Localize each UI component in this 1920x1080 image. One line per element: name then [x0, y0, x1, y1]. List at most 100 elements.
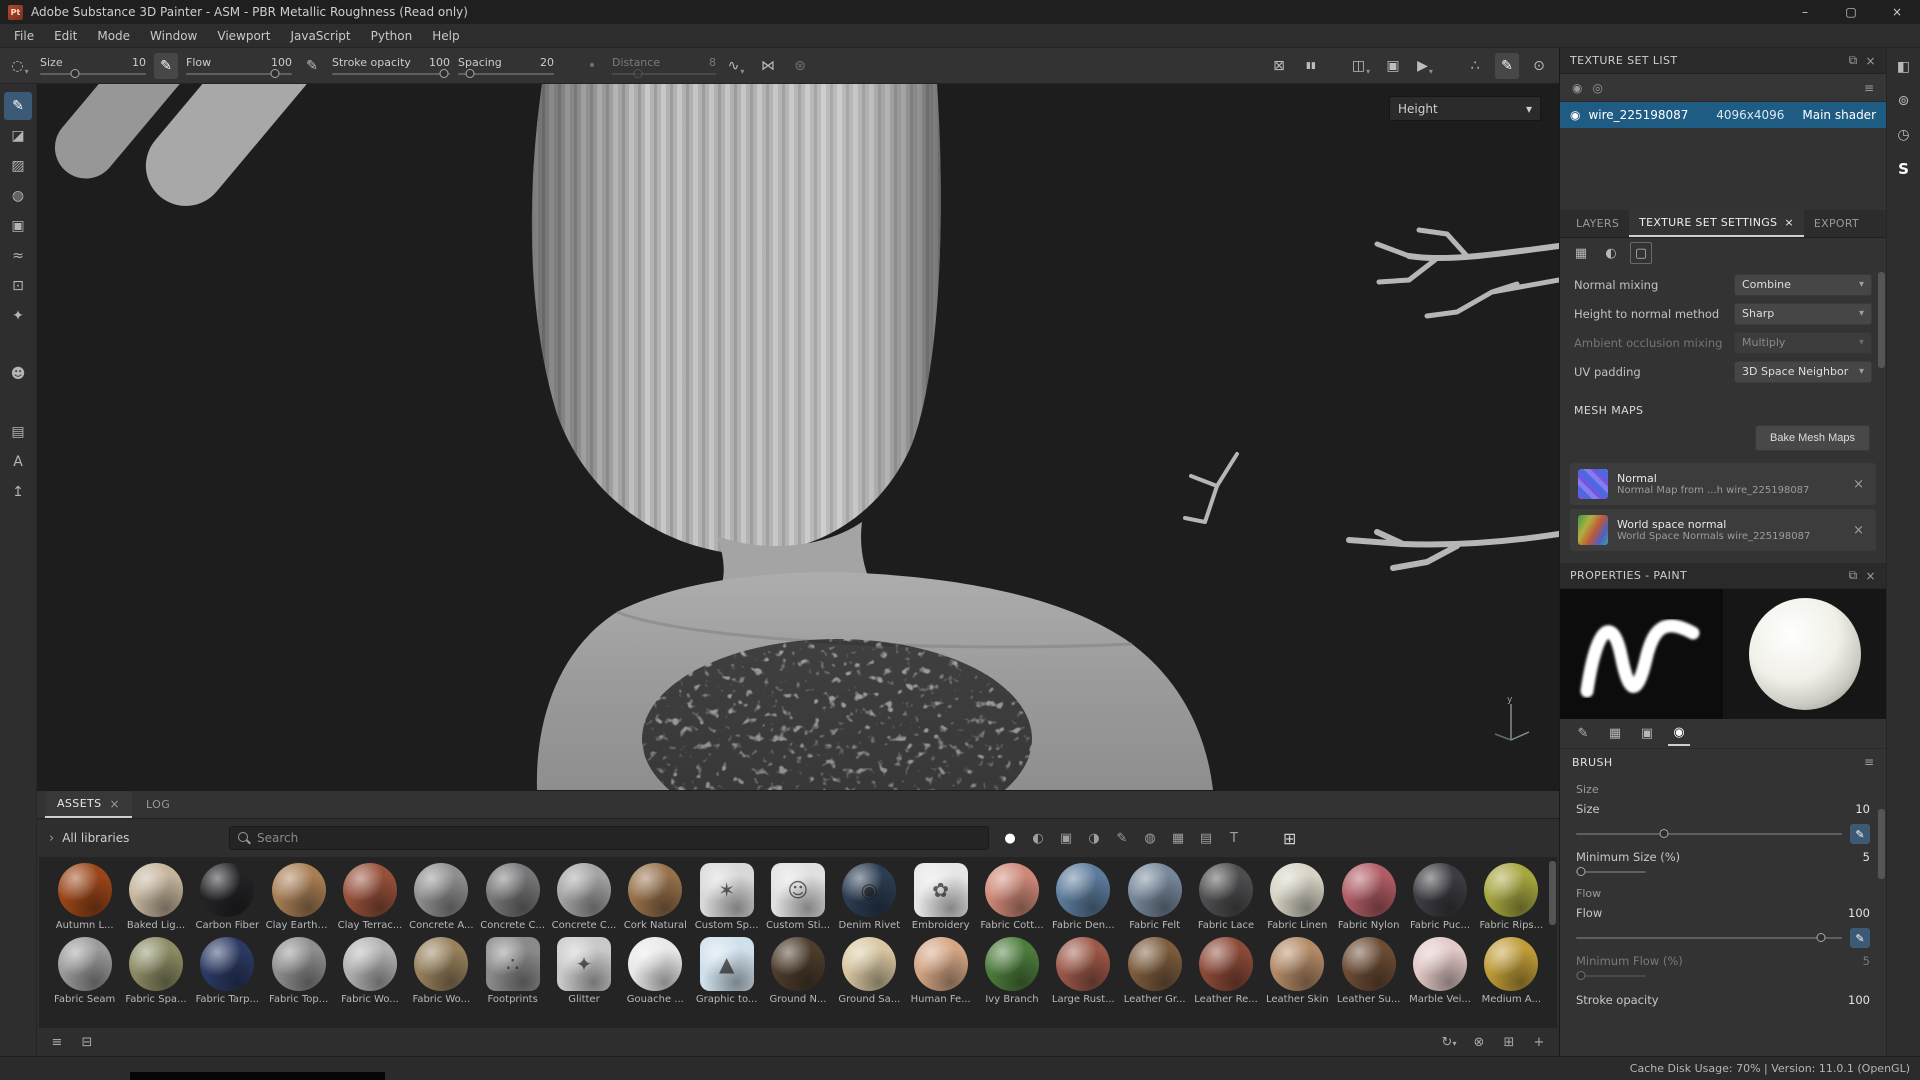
shelf-toggle[interactable]: ▤ — [4, 418, 32, 446]
projection-tool[interactable]: ▨ — [4, 152, 32, 180]
list-view-icon[interactable]: ≡ — [47, 1035, 67, 1050]
history-icon[interactable]: ◷ — [1893, 124, 1915, 146]
stroke-opacity-value[interactable]: 100 — [429, 57, 450, 68]
asset-item[interactable]: Fabric Wo... — [406, 937, 477, 1005]
import-resources-icon[interactable]: + — [1529, 1035, 1549, 1050]
menu-item[interactable]: Edit — [44, 25, 87, 47]
menu-item[interactable]: JavaScript — [280, 25, 360, 47]
smudge-tool[interactable]: ≈ — [4, 242, 32, 270]
filter-environments-icon[interactable]: ▤ — [1195, 827, 1217, 849]
asset-item[interactable]: Large Rust... — [1048, 937, 1119, 1005]
close-button[interactable]: × — [1874, 0, 1920, 24]
asset-item[interactable]: Fabric Top... — [263, 937, 334, 1005]
asset-item[interactable]: Ground Sa... — [834, 937, 905, 1005]
size-value[interactable]: 10 — [132, 57, 146, 68]
asset-item[interactable]: Autumn L... — [49, 863, 120, 931]
viewport-3d[interactable]: Height ▾ y — [37, 84, 1559, 790]
material-properties-icon[interactable]: ◉ — [1668, 722, 1690, 746]
filter-filters-icon[interactable]: ◑ — [1083, 827, 1105, 849]
asset-item[interactable]: Fabric Spa... — [120, 937, 191, 1005]
minimize-button[interactable]: – — [1782, 0, 1828, 24]
mesh-map-world-normal[interactable]: World space normal World Space Normals w… — [1570, 509, 1876, 551]
stroke-opacity-value[interactable]: 100 — [1848, 993, 1870, 1007]
maximize-button[interactable]: ▢ — [1828, 0, 1874, 24]
asset-item[interactable]: Fabric Nylon — [1333, 863, 1404, 931]
height-to-normal-dropdown[interactable]: Sharp ▾ — [1734, 303, 1872, 325]
paint-brush-tool[interactable]: ✎ — [4, 92, 32, 120]
asset-item[interactable]: Concrete C... — [477, 863, 548, 931]
brush-properties-icon[interactable]: ✎ — [1572, 722, 1594, 746]
stroke-opacity-slider[interactable] — [332, 73, 450, 75]
filter-smart-masks-icon[interactable]: ▣ — [1055, 827, 1077, 849]
filter-brushes-icon[interactable]: ✎ — [1111, 827, 1133, 849]
asset-item[interactable]: Baked Lig... — [120, 863, 191, 931]
flow-slider[interactable] — [186, 73, 292, 75]
stroke-shape-icon[interactable]: ◌▾ — [8, 53, 32, 79]
clone-tool[interactable]: ⊡ — [4, 272, 32, 300]
eye-icon[interactable]: ◉ — [1570, 108, 1580, 122]
substance-share-icon[interactable]: S — [1893, 158, 1915, 180]
asset-item[interactable]: ∴ Footprints — [477, 937, 548, 1005]
alpha-properties-icon[interactable]: ▦ — [1604, 722, 1626, 746]
menu-item[interactable]: Window — [140, 25, 207, 47]
flow-pressure-icon[interactable]: ✎ — [154, 53, 178, 79]
asset-item[interactable]: Human Fe... — [905, 937, 976, 1005]
details-view-icon[interactable]: ⊟ — [77, 1035, 97, 1050]
eraser-tool[interactable]: ◪ — [4, 122, 32, 150]
add-folder-icon[interactable]: ⊞ — [1499, 1035, 1519, 1050]
stencil-properties-icon[interactable]: ▣ — [1636, 722, 1658, 746]
particle-tool[interactable]: ✦ — [4, 302, 32, 330]
capture-icon[interactable]: ⊙ — [1527, 53, 1551, 79]
clear-resources-icon[interactable]: ⊗ — [1469, 1035, 1489, 1050]
filter-smart-materials-icon[interactable]: ◐ — [1027, 827, 1049, 849]
grid-view-icon[interactable]: ⊞ — [1283, 829, 1296, 848]
asset-item[interactable]: Carbon Fiber — [192, 863, 263, 931]
asset-item[interactable]: Ivy Branch — [976, 937, 1047, 1005]
eye-off-icon[interactable]: ◎ — [1592, 81, 1602, 95]
tab-export[interactable]: EXPORT — [1804, 210, 1869, 237]
menu-item[interactable]: Python — [361, 25, 423, 47]
falloff-curve-icon[interactable]: ∿▾ — [724, 53, 748, 79]
tab-assets[interactable]: ASSETS × — [45, 791, 132, 818]
brush-size-slider[interactable] — [1576, 833, 1842, 835]
menu-item[interactable]: File — [4, 25, 44, 47]
brush-size-value[interactable]: 10 — [1855, 802, 1870, 816]
remove-map-icon[interactable]: × — [1849, 523, 1868, 538]
asset-item[interactable]: ✶ Custom Sp... — [691, 863, 762, 931]
channels-settings-icon[interactable]: ◐ — [1600, 242, 1622, 264]
asset-item[interactable]: Fabric Seam — [49, 937, 120, 1005]
scrollbar-thumb[interactable] — [1549, 861, 1556, 925]
close-icon[interactable]: × — [1866, 54, 1876, 68]
asset-item[interactable]: Concrete A... — [406, 863, 477, 931]
scrollbar-thumb[interactable] — [1878, 272, 1885, 368]
asset-item[interactable]: Fabric Den... — [1048, 863, 1119, 931]
asset-item[interactable]: Leather Skin — [1262, 937, 1333, 1005]
opacity-pressure-icon[interactable]: ✎ — [300, 53, 324, 79]
asset-item[interactable]: Leather Gr... — [1119, 937, 1190, 1005]
asset-item[interactable]: ✿ Embroidery — [905, 863, 976, 931]
export-tool[interactable]: ↥ — [4, 478, 32, 506]
min-size-value[interactable]: 5 — [1863, 850, 1870, 864]
asset-item[interactable]: Medium A... — [1476, 937, 1547, 1005]
texture-set-row[interactable]: ◉ wire_225198087 4096x4096 Main shader — [1560, 102, 1886, 128]
display-settings-icon[interactable]: ◧ — [1893, 56, 1915, 78]
camera-mode-icon[interactable]: ▶▾ — [1413, 53, 1437, 79]
display-mode-icon[interactable]: ◫▾ — [1349, 53, 1373, 79]
channel-selector-dropdown[interactable]: Height ▾ — [1389, 96, 1541, 121]
asset-item[interactable]: Marble Vei... — [1404, 937, 1475, 1005]
filter-alphas-icon[interactable]: ◍ — [1139, 827, 1161, 849]
mesh-map-normal[interactable]: Normal Normal Map from ...h wire_2251980… — [1570, 463, 1876, 505]
asset-item[interactable]: Leather Su... — [1333, 937, 1404, 1005]
mesh-settings-icon[interactable]: ▢ — [1630, 242, 1652, 264]
size-pressure-toggle[interactable]: ✎ — [1850, 824, 1870, 844]
spacing-slider[interactable] — [458, 73, 554, 75]
asset-item[interactable]: Clay Earthe... — [263, 863, 334, 931]
asset-item[interactable]: Concrete C... — [548, 863, 619, 931]
asset-item[interactable]: Cork Natural — [620, 863, 691, 931]
asset-item[interactable]: ◉ Denim Rivet — [834, 863, 905, 931]
filter-fonts-icon[interactable]: T — [1223, 827, 1245, 849]
paint-mode-icon[interactable]: ✎ — [1495, 53, 1519, 79]
text-resource-tool[interactable]: A — [4, 448, 32, 476]
asset-item[interactable]: Clay Terrac... — [334, 863, 405, 931]
spacing-value[interactable]: 20 — [540, 57, 554, 68]
